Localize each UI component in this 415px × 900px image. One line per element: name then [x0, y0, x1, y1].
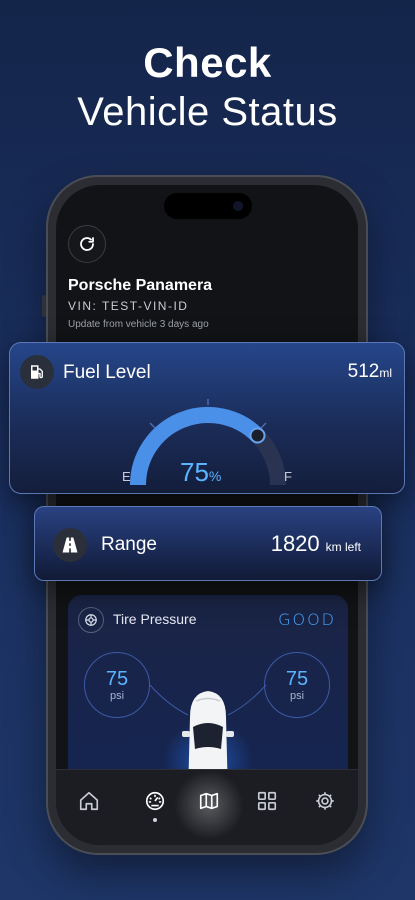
headline-line-1: Check	[143, 39, 272, 86]
fuel-percent-unit: %	[208, 468, 222, 484]
tire-front-right-gauge: 75 psi	[264, 652, 330, 718]
fuel-amount-value: 512	[347, 361, 380, 382]
fuel-gauge-knob	[249, 427, 266, 444]
fuel-amount: 512ml	[348, 361, 392, 383]
tire-front-right-value: 75	[285, 668, 309, 690]
road-icon	[53, 528, 87, 562]
tire-front-right-unit: psi	[289, 690, 305, 702]
headline-line-2: Vehicle Status	[77, 90, 338, 134]
fuel-percent: 75%	[180, 457, 221, 488]
gear-icon	[316, 792, 334, 810]
tire-front-left-unit: psi	[109, 690, 125, 702]
range-card[interactable]: Range 1820 km left	[34, 506, 382, 581]
nav-map[interactable]	[196, 788, 222, 814]
home-icon	[79, 791, 99, 811]
nav-home[interactable]	[76, 788, 102, 814]
tire-front-left-value: 75	[105, 668, 129, 690]
gauge-icon	[145, 791, 165, 811]
refresh-icon	[80, 237, 94, 251]
bottom-nav	[56, 769, 358, 845]
grid-icon	[257, 791, 277, 811]
nav-active-dot	[153, 818, 157, 822]
fuel-pump-icon	[20, 355, 54, 389]
range-number: 1820	[270, 531, 320, 556]
fuel-level-title: Fuel Level	[63, 362, 151, 383]
fuel-empty-label: E	[122, 469, 131, 484]
fuel-full-label: F	[284, 469, 292, 484]
tire-front-left-gauge: 75 psi	[84, 652, 150, 718]
headline: Check Vehicle Status	[0, 40, 415, 138]
refresh-button[interactable]	[68, 225, 106, 263]
camera-icon	[233, 201, 243, 211]
fuel-percent-value: 75	[180, 457, 209, 487]
range-value: 1820 km left	[271, 531, 361, 557]
nav-settings[interactable]	[312, 788, 338, 814]
nav-apps[interactable]	[254, 788, 280, 814]
vehicle-vin: VIN: TEST-VIN-ID	[68, 299, 189, 313]
tire-pressure-card[interactable]: Tire Pressure GOOD 75 psi 75 psi	[68, 595, 348, 800]
fuel-amount-unit: ml	[379, 366, 392, 380]
fuel-level-card[interactable]: Fuel Level 512ml E F 75%	[9, 342, 405, 494]
dynamic-island	[164, 193, 252, 219]
range-unit: km left	[325, 540, 361, 554]
range-title: Range	[101, 534, 157, 555]
map-icon	[199, 792, 219, 810]
vehicle-name: Porsche Panamera	[68, 277, 213, 294]
nav-dashboard[interactable]	[142, 788, 168, 814]
vehicle-update-text: Update from vehicle 3 days ago	[68, 319, 209, 330]
